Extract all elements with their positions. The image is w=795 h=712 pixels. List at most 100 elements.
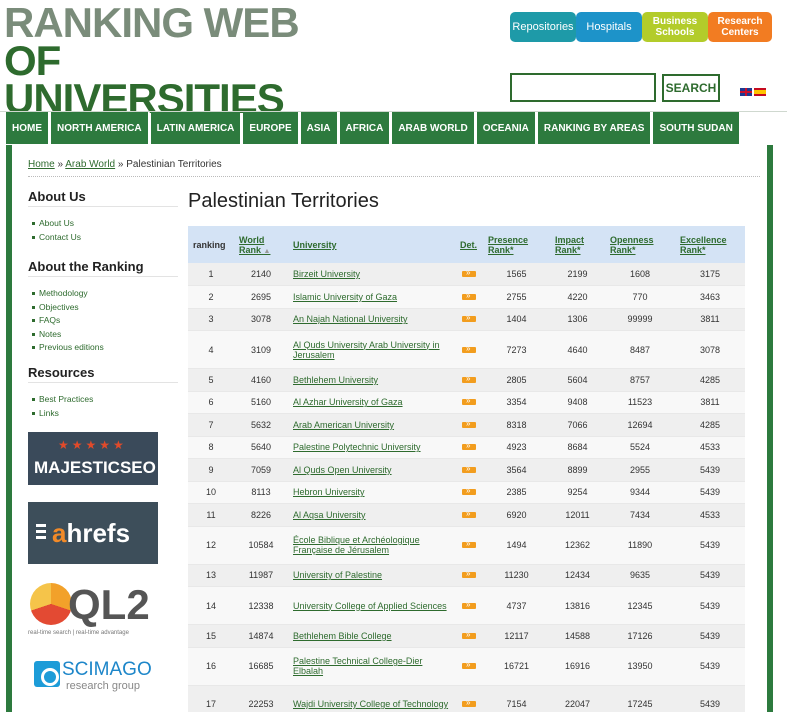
col-world-rank[interactable]: World Rank ▲ [234,226,288,263]
det-cell[interactable] [455,391,483,414]
details-arrow-icon[interactable] [462,343,476,355]
details-arrow-icon[interactable] [462,568,476,580]
details-arrow-icon[interactable] [462,485,476,497]
details-arrow-icon[interactable] [462,697,476,709]
nav-oceania[interactable]: OCEANIA [476,112,535,144]
nav-latin-america[interactable]: LATIN AMERICA [150,112,241,144]
sidebar-link-objectives[interactable]: Objectives [28,301,178,315]
det-cell[interactable] [455,564,483,587]
nav-north-america[interactable]: NORTH AMERICA [51,112,148,144]
business-schools-button[interactable]: Business Schools [642,12,708,42]
impact-rank-cell: 5604 [550,368,605,392]
details-arrow-icon[interactable] [462,418,476,430]
nav-ranking-by-areas[interactable]: RANKING BY AREAS [537,112,651,144]
det-cell[interactable] [455,330,483,369]
sidebar-link-best-practices[interactable]: Best Practices [28,393,178,407]
details-arrow-icon[interactable] [462,267,476,279]
ql2-logo[interactable]: QL2 real-time search | real-time advanta… [28,581,158,641]
sidebar-link-contact-us[interactable]: Contact Us [28,231,178,245]
nav-europe[interactable]: EUROPE [243,112,298,144]
table-row: 75632Arab American University 83187066126… [188,413,745,437]
col-university[interactable]: University [288,226,455,263]
university-link[interactable]: École Biblique et Archéologique Français… [288,526,455,565]
det-cell[interactable] [455,458,483,482]
nav-arab-world[interactable]: ARAB WORLD [392,112,474,144]
university-link[interactable]: Arab American University [288,413,455,437]
nav-south-sudan[interactable]: SOUTH SUDAN [653,112,739,144]
university-link[interactable]: Al Azhar University of Gaza [288,391,455,414]
presence-rank-cell: 4923 [483,436,550,459]
university-link[interactable]: University of Palestine [288,564,455,587]
majestic-seo-logo[interactable]: ★★★★★ MAJESTICSEO [28,432,158,485]
det-cell[interactable] [455,624,483,648]
col-excellence-rank[interactable]: Excellence Rank* [675,226,745,263]
university-link[interactable]: Al Quds University Arab University in Je… [288,330,455,369]
nav-africa[interactable]: AFRICA [339,112,390,144]
world-rank-cell: 5632 [234,413,288,437]
details-arrow-icon[interactable] [462,395,476,407]
university-link[interactable]: Al Aqsa University [288,503,455,527]
det-cell[interactable] [455,647,483,686]
university-link[interactable]: Birzeit University [288,263,455,286]
university-link[interactable]: Islamic University of Gaza [288,285,455,309]
breadcrumb-arab-world[interactable]: Arab World [65,159,115,170]
sidebar-link-methodology[interactable]: Methodology [28,287,178,301]
details-arrow-icon[interactable] [462,440,476,452]
breadcrumb-home[interactable]: Home [28,159,55,170]
sidebar-link-notes[interactable]: Notes [28,328,178,342]
det-cell[interactable] [455,285,483,309]
university-link[interactable]: University College of Applied Sciences [288,586,455,625]
details-arrow-icon[interactable] [462,373,476,385]
details-arrow-icon[interactable] [462,599,476,611]
det-cell[interactable] [455,586,483,625]
spain-flag-icon[interactable] [754,88,766,96]
university-link[interactable]: Palestine Polytechnic University [288,436,455,459]
det-cell[interactable] [455,368,483,392]
nav-asia[interactable]: ASIA [300,112,337,144]
site-logo[interactable]: RANKING WEB OF UNIVERSITIES [4,2,324,120]
det-cell[interactable] [455,685,483,712]
sidebar-link-about-us[interactable]: About Us [28,217,178,231]
university-link[interactable]: Bethlehem University [288,368,455,392]
details-arrow-icon[interactable] [462,508,476,520]
col-det[interactable]: Det. [455,226,483,263]
search-button[interactable]: SEARCH [662,74,720,102]
det-cell[interactable] [455,481,483,504]
details-arrow-icon[interactable] [462,659,476,671]
details-arrow-icon[interactable] [462,312,476,324]
university-link[interactable]: Palestine Technical College-Dier Elbalah [288,647,455,686]
repositories-button[interactable]: Repositories [510,12,576,42]
det-cell[interactable] [455,436,483,459]
search-input[interactable] [510,73,656,102]
col-openness-rank[interactable]: Openness Rank* [605,226,675,263]
university-link[interactable]: An Najah National University [288,308,455,331]
university-link[interactable]: Wajdi University College of Technology [288,685,455,712]
col-impact-rank[interactable]: Impact Rank* [550,226,605,263]
ahrefs-logo[interactable]: ahrefs [28,502,158,564]
details-arrow-icon[interactable] [462,538,476,550]
det-cell[interactable] [455,526,483,565]
det-cell[interactable] [455,308,483,331]
impact-rank-cell: 12011 [550,503,605,527]
university-link[interactable]: Hebron University [288,481,455,504]
table-row: 4 3109 Al Quds University Arab University … [188,330,745,369]
sidebar-link-previous-editions[interactable]: Previous editions [28,341,178,355]
research-centers-button[interactable]: Research Centers [708,12,772,42]
sidebar-link-links[interactable]: Links [28,407,178,421]
details-arrow-icon[interactable] [462,629,476,641]
excellence-rank-cell: 5439 [675,586,745,625]
sidebar-link-faqs[interactable]: FAQs [28,314,178,328]
scimago-logo[interactable]: SCIMAGO research group [28,657,158,697]
nav-home[interactable]: HOME [6,112,48,144]
uk-flag-icon[interactable] [740,88,752,96]
details-arrow-icon[interactable] [462,290,476,302]
university-link[interactable]: Al Quds Open University [288,458,455,482]
details-arrow-icon[interactable] [462,463,476,475]
det-cell[interactable] [455,263,483,286]
world-rank-cell: 8113 [234,481,288,504]
col-presence-rank[interactable]: Presence Rank* [483,226,550,263]
university-link[interactable]: Bethlehem Bible College [288,624,455,648]
det-cell[interactable] [455,503,483,527]
det-cell[interactable] [455,413,483,437]
hospitals-button[interactable]: Hospitals [576,12,642,42]
